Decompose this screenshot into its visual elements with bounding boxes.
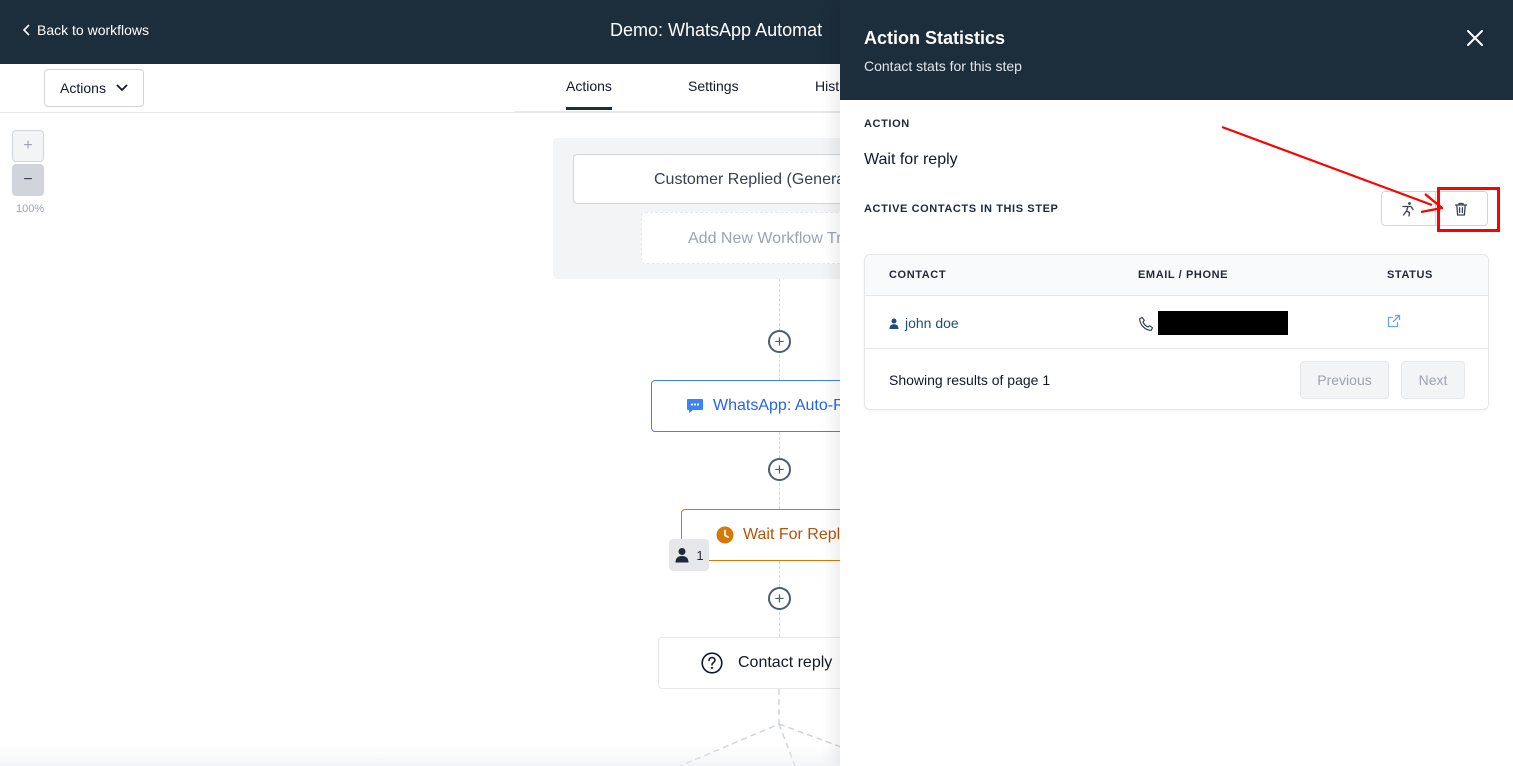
add-step-button[interactable]: + — [768, 458, 791, 481]
contacts-table: CONTACT EMAIL / PHONE STATUS john doe Sh… — [864, 254, 1489, 410]
action-section-label: ACTION — [864, 118, 910, 130]
add-step-button[interactable]: + — [768, 330, 791, 353]
tab-actions[interactable]: Actions — [566, 78, 612, 110]
connector-line — [779, 432, 780, 458]
trigger-container: Customer Replied (Genera Add New Workflo… — [553, 138, 901, 279]
action-statistics-panel: Action Statistics Contact stats for this… — [840, 0, 1513, 766]
tab-settings[interactable]: Settings — [688, 78, 739, 94]
back-link-label: Back to workflows — [37, 22, 150, 38]
pagination-status: Showing results of page 1 — [889, 372, 1051, 388]
table-footer: Showing results of page 1 Previous Next — [865, 349, 1488, 409]
redacted-phone-number — [1158, 311, 1288, 335]
user-icon — [889, 318, 899, 329]
wait-node-label: Wait For Reply — [743, 526, 849, 543]
action-value: Wait for reply — [864, 151, 958, 168]
panel-header: Action Statistics Contact stats for this… — [840, 0, 1513, 100]
previous-page-button[interactable]: Previous — [1300, 361, 1389, 399]
workflow-title: Demo: WhatsApp Automat — [610, 20, 823, 40]
clock-icon — [716, 526, 734, 544]
tabs-divider — [515, 111, 845, 112]
contact-name-link[interactable]: john doe — [889, 315, 959, 331]
connector-line — [779, 355, 780, 381]
connector-line — [779, 279, 780, 331]
user-icon — [675, 548, 689, 563]
connector-line — [779, 483, 780, 509]
back-to-workflows-link[interactable]: Back to workflows — [22, 22, 149, 38]
chevron-down-icon — [116, 84, 128, 92]
connector-line — [779, 612, 780, 637]
panel-title: Action Statistics — [864, 28, 1006, 48]
active-contacts-label: ACTIVE CONTACTS IN THIS STEP — [864, 203, 1059, 215]
active-contacts-badge[interactable]: 1 — [669, 539, 709, 571]
connector-line — [779, 561, 780, 587]
question-icon — [701, 652, 723, 674]
move-contacts-button[interactable] — [1382, 192, 1435, 225]
add-step-button[interactable]: + — [768, 587, 791, 610]
column-header-contact: CONTACT — [889, 269, 947, 281]
step-actions-group — [1381, 191, 1488, 226]
tab-history[interactable]: Hist — [815, 78, 839, 94]
whatsapp-node-label: WhatsApp: Auto-R — [713, 397, 845, 414]
phone-icon — [1139, 316, 1154, 331]
panel-subtitle: Contact stats for this step — [864, 58, 1022, 74]
table-header: CONTACT EMAIL / PHONE STATUS — [865, 255, 1488, 296]
column-header-email-phone: EMAIL / PHONE — [1138, 269, 1229, 281]
actions-dropdown[interactable]: Actions — [44, 69, 144, 107]
external-link-icon[interactable] — [1387, 314, 1401, 328]
zoom-level: 100% — [16, 203, 45, 215]
reply-node-label: Contact reply — [738, 654, 833, 671]
chat-icon — [687, 399, 703, 413]
chevron-left-icon — [22, 24, 30, 36]
next-page-button[interactable]: Next — [1401, 361, 1465, 399]
skip-step-icon — [1402, 201, 1414, 217]
close-icon[interactable] — [1465, 28, 1485, 48]
contact-name: john doe — [905, 315, 959, 331]
actions-dropdown-label: Actions — [60, 80, 106, 96]
remove-contacts-button[interactable] — [1434, 192, 1488, 225]
zoom-out-button[interactable]: − — [12, 164, 44, 196]
trash-icon — [1455, 202, 1468, 216]
zoom-in-button[interactable]: + — [12, 130, 44, 162]
table-row: john doe — [865, 296, 1488, 349]
column-header-status: STATUS — [1387, 269, 1433, 281]
active-contacts-count: 1 — [696, 547, 704, 563]
